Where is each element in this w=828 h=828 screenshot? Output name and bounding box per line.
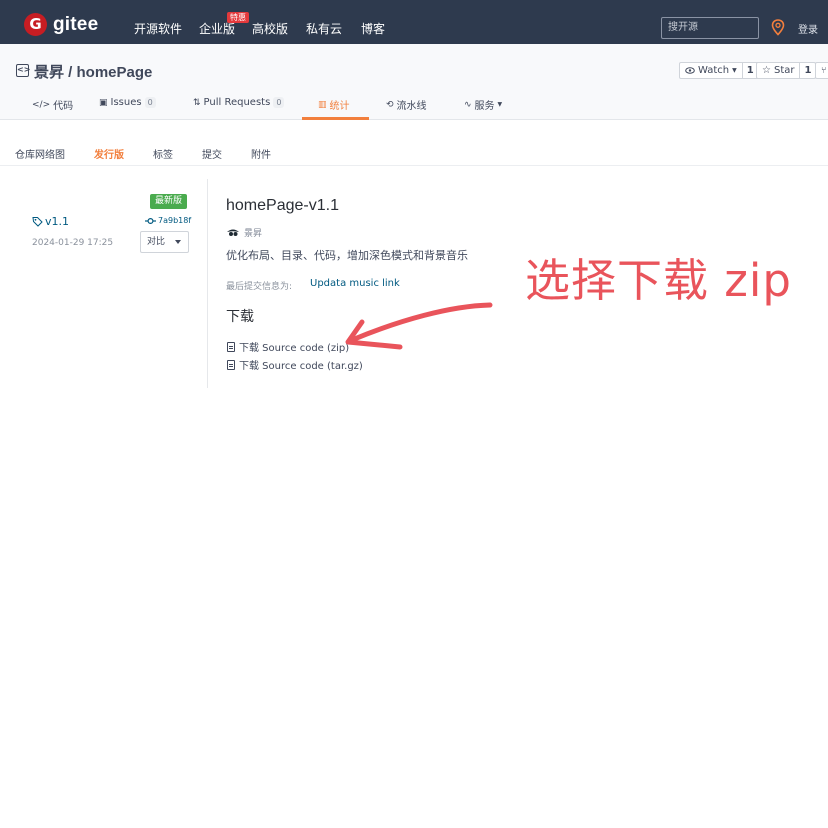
location-pin-icon[interactable] xyxy=(771,19,785,36)
search-input[interactable]: 搜开源 xyxy=(661,17,759,39)
star-icon: ☆ xyxy=(762,65,771,76)
fork-icon: ⑂ xyxy=(821,65,827,76)
tab-issues[interactable]: ▣ Issues 0 xyxy=(99,97,156,108)
nav-private-cloud[interactable]: 私有云 xyxy=(306,20,342,37)
compare-dropdown[interactable]: 对比 xyxy=(140,231,189,253)
avatar xyxy=(227,229,239,236)
file-icon xyxy=(227,341,235,352)
last-commit-label: 最后提交信息为: xyxy=(226,282,293,292)
nav-open-source[interactable]: 开源软件 xyxy=(134,20,182,37)
pr-count: 0 xyxy=(273,97,285,108)
tab-pipeline[interactable]: ⟲ 流水线 xyxy=(386,97,427,113)
pulse-icon: ∿ xyxy=(464,99,472,110)
promo-badge: 特惠 xyxy=(227,12,249,23)
subtab-tags[interactable]: 标签 xyxy=(153,146,173,161)
subtab-releases[interactable]: 发行版 xyxy=(94,146,124,161)
tab-services-label: 服务 xyxy=(474,101,495,112)
code-icon: </> xyxy=(32,99,51,110)
tab-code[interactable]: </> 代码 xyxy=(32,97,74,113)
release-subtabs: 仓库网络图 发行版 标签 提交 附件 xyxy=(0,120,828,166)
tab-pipeline-label: 流水线 xyxy=(396,101,427,112)
release-commit-hash: 7a9b18f xyxy=(158,216,192,225)
release-title[interactable]: homePage-v1.1 xyxy=(226,197,339,215)
annotation-arrow-icon xyxy=(345,302,493,350)
chevron-down-icon: ▼ xyxy=(497,101,503,108)
release-commit[interactable]: 7a9b18f xyxy=(145,216,191,225)
watch-label: Watch xyxy=(698,65,730,76)
gitee-logo[interactable]: G gitee xyxy=(24,13,98,36)
tab-issues-label: Issues xyxy=(110,97,142,108)
repo-header: <> 景昇 / homePage Watch ▼ 1 ☆ Star 1 ⑂ </… xyxy=(0,44,828,120)
star-button[interactable]: ☆ Star 1 xyxy=(756,62,817,79)
download-heading: 下载 xyxy=(226,309,254,325)
issues-icon: ▣ xyxy=(99,97,108,108)
logo-mark-icon: G xyxy=(24,13,47,36)
release-tag[interactable]: v1.1 xyxy=(32,215,69,228)
repo-title[interactable]: 景昇 / homePage xyxy=(34,61,152,82)
tab-statistics-label: 统计 xyxy=(329,101,350,112)
bar-chart-icon: ▥ xyxy=(318,99,327,110)
release-description: 优化布局、目录、代码，增加深色模式和背景音乐 xyxy=(226,249,468,262)
tag-icon xyxy=(32,217,43,227)
tab-statistics[interactable]: ▥ 统计 xyxy=(318,97,350,113)
issues-count: 0 xyxy=(144,97,156,108)
star-count[interactable]: 1 xyxy=(799,63,815,78)
watch-button[interactable]: Watch ▼ 1 xyxy=(679,62,759,79)
nav-education[interactable]: 高校版 xyxy=(252,20,288,37)
pull-request-icon: ⇅ xyxy=(193,97,201,108)
subtab-attachments[interactable]: 附件 xyxy=(251,146,271,161)
release-author[interactable]: 景昇 xyxy=(226,226,262,239)
tab-services[interactable]: ∿ 服务 ▼ xyxy=(464,97,503,113)
star-label: Star xyxy=(773,65,795,76)
latest-release-badge: 最新版 xyxy=(150,194,188,209)
repo-code-icon: <> xyxy=(16,64,30,77)
subtab-network[interactable]: 仓库网络图 xyxy=(15,146,65,161)
pipeline-icon: ⟲ xyxy=(386,99,394,110)
login-link[interactable]: 登录 xyxy=(798,21,818,36)
last-commit-link[interactable]: Updata music link xyxy=(310,278,400,289)
nav-blog[interactable]: 博客 xyxy=(361,20,385,37)
release-date: 2024-01-29 17:25 xyxy=(32,238,114,248)
author-name: 景昇 xyxy=(244,229,263,239)
subtab-commits[interactable]: 提交 xyxy=(202,146,222,161)
tab-pull-requests[interactable]: ⇅ Pull Requests 0 xyxy=(193,97,285,108)
release-tag-label: v1.1 xyxy=(45,215,70,228)
logo-text: gitee xyxy=(53,13,99,35)
compare-label: 对比 xyxy=(147,237,166,247)
annotation-text: 选择下载 zip xyxy=(525,254,792,307)
top-navbar: G gitee 开源软件 企业版 特惠 高校版 私有云 博客 搜开源 登录 xyxy=(0,0,828,44)
column-divider xyxy=(207,179,208,388)
file-icon xyxy=(227,359,235,370)
fork-button[interactable]: ⑂ xyxy=(815,62,828,79)
commit-icon xyxy=(145,217,156,224)
chevron-down-icon: ▼ xyxy=(732,67,737,74)
caret-down-icon xyxy=(175,240,181,244)
eye-icon xyxy=(685,67,695,74)
tab-code-label: 代码 xyxy=(53,101,74,112)
tab-pr-label: Pull Requests xyxy=(203,97,271,108)
